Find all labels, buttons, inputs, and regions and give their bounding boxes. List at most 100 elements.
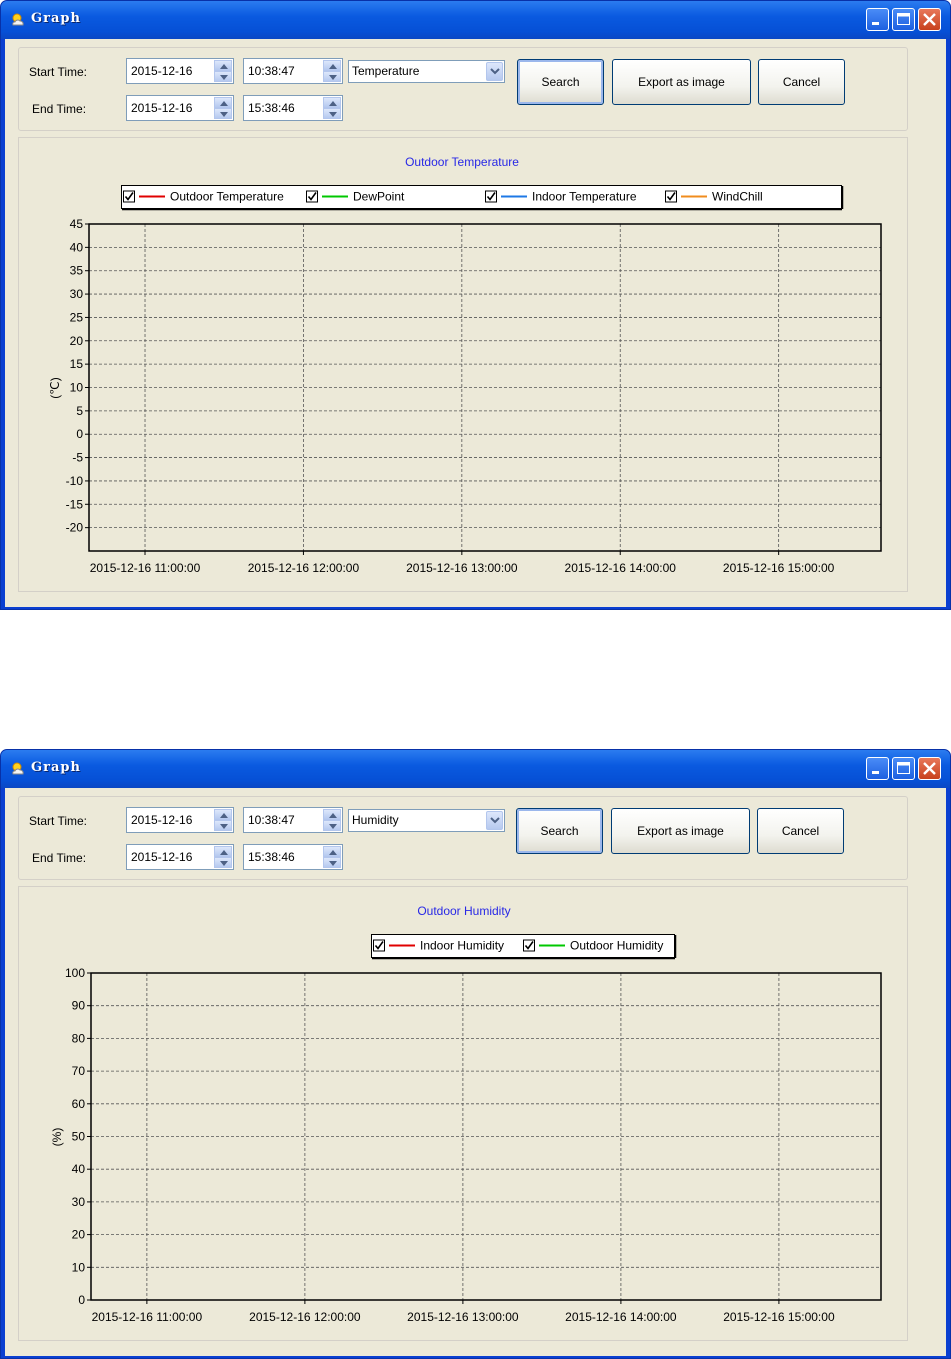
window-client: Start Time: End Time: 2015-12-16 10:38:4… — [5, 788, 946, 1356]
arrow-down-icon — [329, 75, 337, 80]
start-time-picker[interactable]: 10:38:47 — [243, 807, 343, 833]
legend-label: Outdoor Temperature — [170, 190, 284, 204]
start-date-value: 2015-12-16 — [131, 813, 193, 827]
legend-checkbox[interactable] — [123, 190, 135, 203]
spin-up-button[interactable] — [214, 846, 232, 857]
export-image-button[interactable]: Export as image — [611, 808, 750, 854]
arrow-up-icon — [220, 813, 228, 818]
start-date-spinner[interactable] — [214, 809, 232, 831]
x-tick-label: 2015-12-16 13:00:00 — [406, 561, 518, 575]
y-tick-label: -15 — [66, 497, 84, 511]
spin-down-button[interactable] — [214, 857, 232, 868]
x-tick-label: 2015-12-16 14:00:00 — [565, 1310, 677, 1324]
y-tick-label: 45 — [70, 217, 84, 231]
arrow-down-icon — [329, 112, 337, 117]
minimize-icon — [872, 22, 879, 25]
legend-checkbox[interactable] — [306, 190, 318, 203]
arrow-down-icon — [220, 75, 228, 80]
maximize-button[interactable] — [892, 8, 915, 31]
arrow-up-icon — [220, 64, 228, 69]
spin-up-button[interactable] — [323, 809, 341, 820]
minimize-button[interactable] — [866, 8, 889, 31]
spin-down-button[interactable] — [323, 108, 341, 119]
cancel-button[interactable]: Cancel — [757, 808, 844, 854]
end-time-label: End Time: — [32, 851, 87, 865]
end-time-picker[interactable]: 15:38:46 — [243, 844, 343, 870]
end-date-picker[interactable]: 2015-12-16 — [126, 95, 234, 121]
y-tick-label: 30 — [70, 287, 84, 301]
end-date-picker[interactable]: 2015-12-16 — [126, 844, 234, 870]
spin-down-button[interactable] — [214, 108, 232, 119]
end-time-value: 15:38:46 — [248, 850, 295, 864]
end-time-spinner[interactable] — [323, 846, 341, 868]
start-date-picker[interactable]: 2015-12-16 — [126, 58, 234, 84]
start-date-value: 2015-12-16 — [131, 64, 193, 78]
start-date-picker[interactable]: 2015-12-16 — [126, 807, 234, 833]
x-tick-label: 2015-12-16 15:00:00 — [723, 1310, 835, 1324]
spin-up-button[interactable] — [323, 97, 341, 108]
start-date-spinner[interactable] — [214, 60, 232, 82]
legend-checkbox[interactable] — [485, 190, 497, 203]
end-date-spinner[interactable] — [214, 97, 232, 119]
y-tick-label: -5 — [72, 451, 83, 465]
data-type-select[interactable]: Humidity — [348, 809, 505, 832]
start-time-value: 10:38:47 — [248, 64, 295, 78]
spin-up-button[interactable] — [323, 846, 341, 857]
spin-up-button[interactable] — [214, 97, 232, 108]
chevron-down-icon — [490, 817, 500, 824]
spin-down-button[interactable] — [214, 71, 232, 82]
cancel-button[interactable]: Cancel — [758, 59, 845, 105]
spin-down-button[interactable] — [323, 857, 341, 868]
y-tick-label: 25 — [70, 310, 84, 324]
title-bar[interactable]: Graph — [1, 750, 950, 788]
spin-down-button[interactable] — [214, 820, 232, 831]
search-button[interactable]: Search — [516, 808, 603, 854]
start-time-spinner[interactable] — [323, 809, 341, 831]
legend-label: Outdoor Humidity — [570, 939, 663, 953]
close-button[interactable] — [918, 757, 941, 780]
y-tick-label: 10 — [70, 381, 84, 395]
window-title: Graph — [31, 11, 81, 26]
legend-label: Indoor Temperature — [532, 190, 637, 204]
arrow-down-icon — [329, 824, 337, 829]
x-tick-label: 2015-12-16 15:00:00 — [723, 561, 835, 575]
legend-checkbox[interactable] — [665, 190, 677, 203]
export-image-button[interactable]: Export as image — [612, 59, 751, 105]
maximize-button[interactable] — [892, 757, 915, 780]
legend-checkbox[interactable] — [373, 939, 385, 952]
title-bar[interactable]: Graph — [1, 1, 950, 39]
minimize-button[interactable] — [866, 757, 889, 780]
arrow-up-icon — [329, 64, 337, 69]
dropdown-button[interactable] — [486, 811, 503, 830]
end-time-picker[interactable]: 15:38:46 — [243, 95, 343, 121]
end-time-spinner[interactable] — [323, 97, 341, 119]
y-axis-label: (℃) — [48, 377, 62, 398]
y-tick-label: 60 — [72, 1097, 86, 1111]
start-time-value: 10:38:47 — [248, 813, 295, 827]
legend-label: WindChill — [712, 190, 763, 204]
spin-up-button[interactable] — [214, 809, 232, 820]
arrow-up-icon — [220, 850, 228, 855]
query-group: Start Time: End Time: 2015-12-16 10:38:4… — [18, 47, 908, 131]
y-tick-label: 0 — [76, 427, 83, 441]
spin-down-button[interactable] — [323, 820, 341, 831]
y-tick-label: -10 — [66, 474, 84, 488]
end-date-value: 2015-12-16 — [131, 101, 193, 115]
y-tick-label: 70 — [72, 1064, 86, 1078]
close-button[interactable] — [918, 8, 941, 31]
spin-up-button[interactable] — [214, 60, 232, 71]
y-tick-label: 40 — [70, 240, 84, 254]
start-time-picker[interactable]: 10:38:47 — [243, 58, 343, 84]
start-time-spinner[interactable] — [323, 60, 341, 82]
spin-down-button[interactable] — [323, 71, 341, 82]
maximize-icon — [897, 13, 910, 25]
minimize-icon — [872, 771, 879, 774]
end-date-spinner[interactable] — [214, 846, 232, 868]
legend-checkbox[interactable] — [523, 939, 535, 952]
search-button[interactable]: Search — [517, 59, 604, 105]
graph-window-humidity: Graph Start Time: End Time: 2015-12-16 1… — [0, 749, 951, 1359]
dropdown-button[interactable] — [486, 62, 503, 81]
x-tick-label: 2015-12-16 13:00:00 — [407, 1310, 519, 1324]
spin-up-button[interactable] — [323, 60, 341, 71]
data-type-select[interactable]: Temperature — [348, 60, 505, 83]
